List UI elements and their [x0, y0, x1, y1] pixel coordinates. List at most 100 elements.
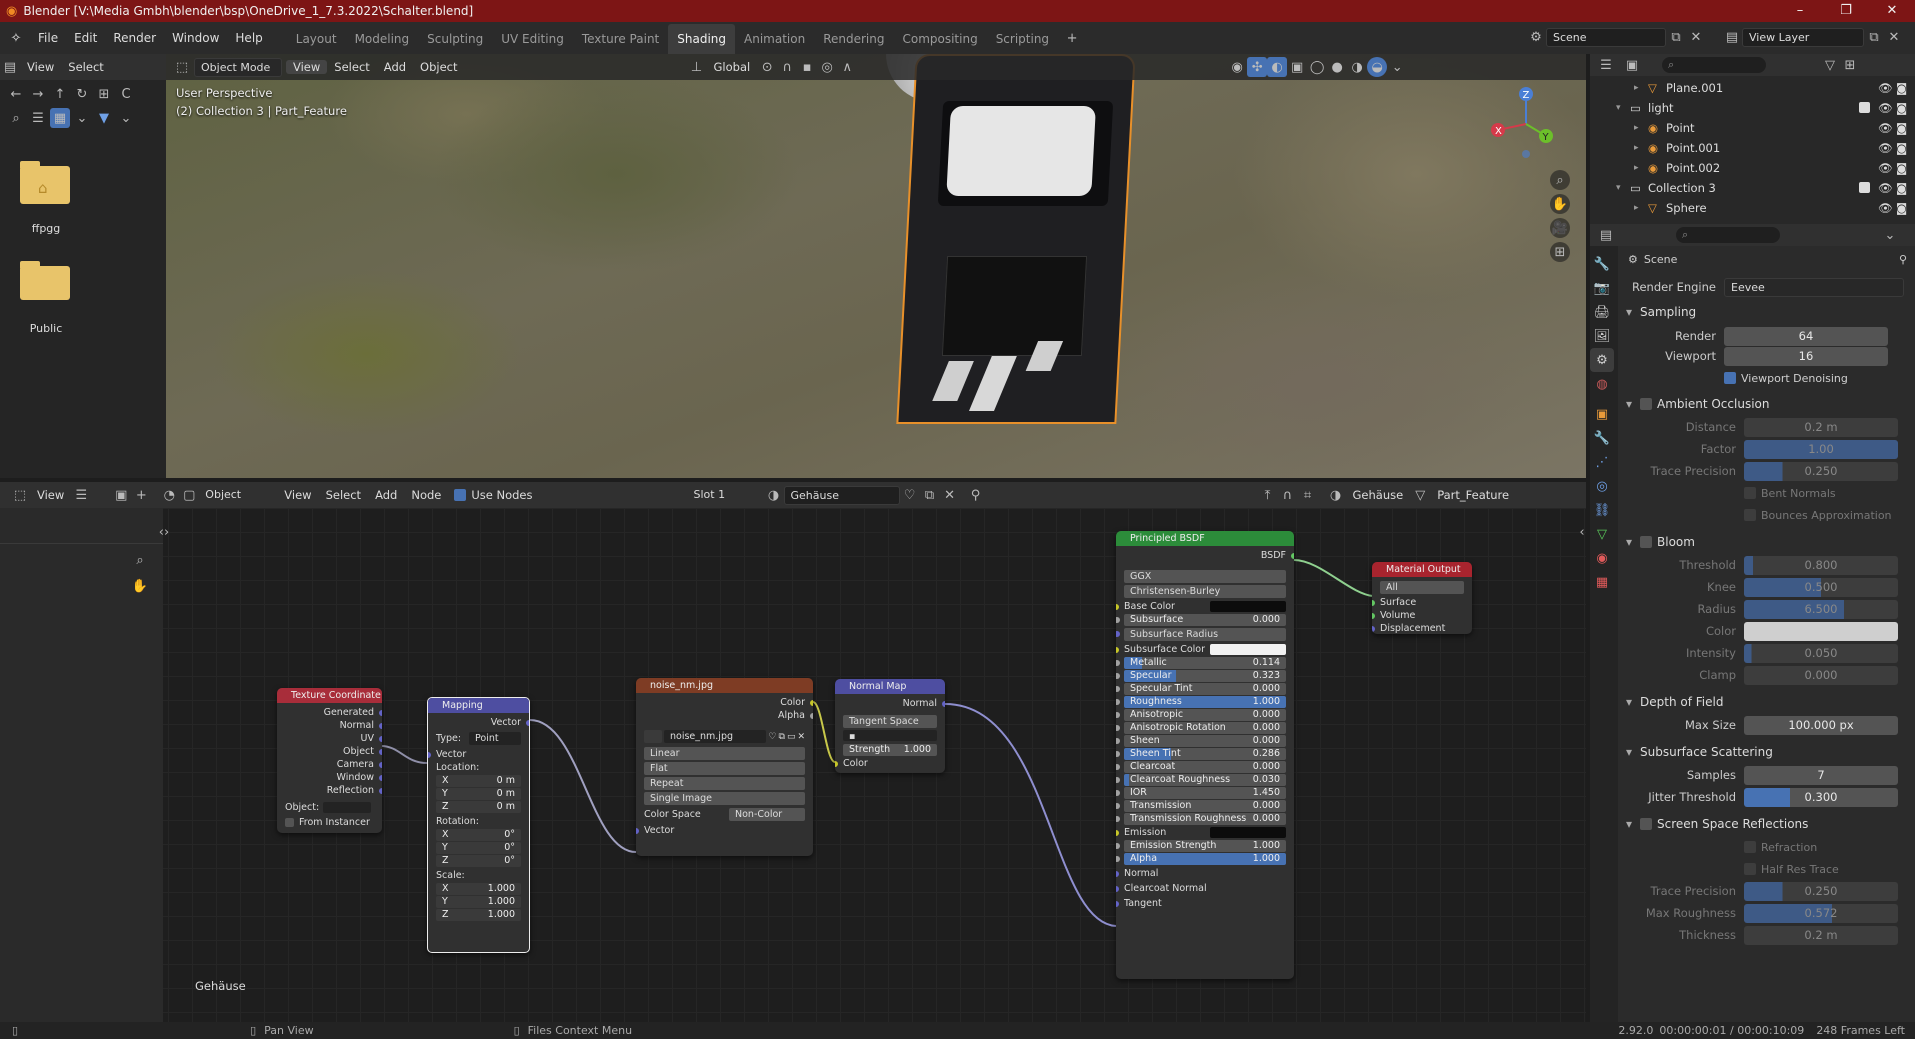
input-socket[interactable] [1116, 712, 1120, 718]
rendered-shading-icon[interactable]: ◒ [1367, 57, 1388, 77]
input-socket[interactable] [1116, 725, 1120, 731]
mapping-node[interactable]: Mapping Vector Type: Point Vector Locati… [427, 697, 530, 953]
bsdf-specular-field[interactable]: Specular 0.323 [1116, 670, 1286, 682]
input-socket[interactable] [428, 752, 431, 758]
eye-icon[interactable]: 👁 [1878, 138, 1893, 158]
new-scene-icon[interactable]: ⧉ [1666, 27, 1686, 47]
filter-icon[interactable]: ▼ [94, 108, 114, 128]
input-socket[interactable] [1372, 600, 1375, 606]
node-header[interactable]: noise_nm.jpg [636, 678, 813, 693]
mapping-scl-y-field[interactable]: Y 1.000 [436, 896, 521, 908]
tab-rendering[interactable]: Rendering [814, 24, 893, 54]
material-shading-icon[interactable]: ◑ [1347, 57, 1367, 77]
emission-strength-field[interactable]: Emission Strength 1.000 [1116, 840, 1286, 852]
panel-screen-space-reflections[interactable]: Screen Space Reflections [1618, 812, 1915, 836]
bsdf-sheen-field[interactable]: Sheen 0.000 [1116, 735, 1286, 747]
eye-icon[interactable]: 👁 [1878, 158, 1893, 178]
ssr-enable-checkbox[interactable] [1640, 818, 1652, 830]
ssr-trace-precision-field[interactable]: 0.250 [1744, 881, 1898, 901]
image-name-field[interactable]: noise_nm.jpg [664, 730, 767, 743]
interpolation-dropdown[interactable]: Linear [644, 747, 805, 760]
bsdf-anisotropic-rotation-field[interactable]: Anisotropic Rotation 0.000 [1116, 722, 1286, 734]
input-socket[interactable] [1116, 631, 1120, 637]
outliner-search-input[interactable]: ⌕ [1662, 57, 1766, 73]
output-socket[interactable] [810, 713, 813, 719]
camera-icon[interactable]: ◙ [1896, 78, 1907, 98]
normal-map-node[interactable]: Normal Map Normal Tangent Space ▪ Streng… [835, 679, 945, 773]
input-socket[interactable] [835, 761, 838, 767]
bloom-clamp-field[interactable]: 0.000 [1744, 665, 1898, 685]
exclude-checkbox[interactable] [1859, 102, 1870, 113]
tool-tab-icon[interactable]: 🔧 [1590, 252, 1614, 276]
panel-ambient-occlusion[interactable]: Ambient Occlusion [1618, 392, 1915, 416]
tab-layout[interactable]: Layout [287, 24, 346, 54]
eye-icon[interactable]: 👁 [1878, 118, 1893, 138]
bloom-radius-field[interactable]: 6.500 [1744, 599, 1898, 619]
object-tab-icon[interactable]: ▣ [1590, 402, 1614, 426]
input-socket[interactable] [1116, 816, 1120, 822]
properties-search-input[interactable]: ⌕ [1676, 227, 1780, 243]
distribution-dropdown[interactable]: GGX [1124, 570, 1286, 583]
pan-hand-icon[interactable]: ✋ [1550, 194, 1570, 214]
chevron-down-icon[interactable]: ⌄ [116, 108, 136, 128]
bsdf-metallic-field[interactable]: Metallic 0.114 [1116, 657, 1286, 669]
world-tab-icon[interactable]: ◍ [1590, 372, 1614, 396]
falloff-icon[interactable]: ∧ [837, 57, 857, 77]
colorspace-dropdown[interactable]: Non-Color [729, 808, 805, 821]
ssr-max-roughness-field[interactable]: 0.572 [1744, 903, 1898, 923]
input-socket[interactable] [1116, 871, 1119, 877]
viewport-denoising-checkbox[interactable] [1724, 372, 1736, 384]
vp-menu-object[interactable]: Object [413, 60, 464, 74]
image-browse-icon[interactable] [644, 730, 662, 743]
camera-icon[interactable]: ◙ [1896, 138, 1907, 158]
panel-depth-of-field[interactable]: Depth of Field [1618, 690, 1915, 714]
maximize-button[interactable]: ❐ [1823, 0, 1869, 22]
mapping-type-dropdown[interactable]: Point [469, 732, 521, 745]
panel-sampling[interactable]: Sampling [1618, 300, 1915, 324]
output-target-dropdown[interactable]: All [1380, 581, 1464, 594]
outliner-item-plane-001[interactable]: ▸ ▽ Plane.001 👁 ◙ [1590, 78, 1915, 98]
forward-icon[interactable]: → [28, 84, 48, 104]
ao-distance-field[interactable]: 0.2 m [1744, 417, 1898, 437]
camera-icon[interactable]: ◙ [1896, 198, 1907, 218]
bsdf-ior-field[interactable]: IOR 1.450 [1116, 787, 1286, 799]
output-socket[interactable] [379, 788, 382, 794]
shading-options-icon[interactable]: ⌄ [1387, 57, 1407, 77]
navigation-gizmo[interactable]: Z X Y [1488, 86, 1564, 162]
bsdf-transmission-field[interactable]: Transmission 0.000 [1116, 800, 1286, 812]
blender-menu-icon[interactable]: ✧ [6, 28, 26, 48]
input-socket[interactable] [1116, 660, 1120, 666]
menu-help[interactable]: Help [227, 23, 270, 53]
bloom-color-swatch[interactable] [1744, 621, 1898, 641]
tab-uv-editing[interactable]: UV Editing [492, 24, 573, 54]
input-socket[interactable] [1116, 604, 1119, 610]
solid-shading-icon[interactable]: ● [1327, 57, 1347, 77]
input-socket[interactable] [1372, 626, 1375, 632]
camera-icon[interactable]: 🎥 [1550, 218, 1570, 238]
fake-user-icon[interactable]: ♡ [768, 732, 776, 742]
new-collection-icon[interactable]: ⊞ [1840, 55, 1860, 75]
camera-icon[interactable]: ◙ [1896, 98, 1907, 118]
expand-arrow-icon[interactable]: ▸ [1634, 198, 1639, 218]
back-icon[interactable]: ← [6, 84, 26, 104]
editor-type-icon[interactable]: ▤ [1596, 225, 1616, 245]
node-header[interactable]: Texture Coordinate [277, 688, 382, 703]
camera-icon[interactable]: ◙ [1896, 178, 1907, 198]
snap-icon[interactable]: ∩ [777, 57, 797, 77]
eye-icon[interactable]: 👁 [1878, 98, 1893, 118]
view-layer-selector[interactable]: ▤ View Layer ⧉ ✕ [1722, 27, 1904, 47]
add-workspace-icon[interactable]: + [1062, 28, 1082, 48]
input-socket[interactable] [1116, 856, 1120, 862]
input-socket[interactable] [636, 828, 639, 834]
node-header[interactable]: Material Output [1372, 562, 1472, 577]
view-layer-name[interactable]: View Layer [1742, 27, 1864, 47]
editor-type-icon[interactable]: ▤ [0, 57, 20, 77]
output-socket[interactable] [379, 749, 382, 755]
mapping-scl-z-field[interactable]: Z 1.000 [436, 909, 521, 921]
vp-menu-select[interactable]: Select [327, 60, 376, 74]
switch-housing-object[interactable] [896, 54, 1136, 424]
modifier-tab-icon[interactable]: 🔧 [1590, 426, 1614, 450]
vp-menu-view[interactable]: View [286, 60, 328, 74]
folder-item[interactable]: Public [20, 261, 72, 335]
input-socket[interactable] [1116, 901, 1119, 907]
